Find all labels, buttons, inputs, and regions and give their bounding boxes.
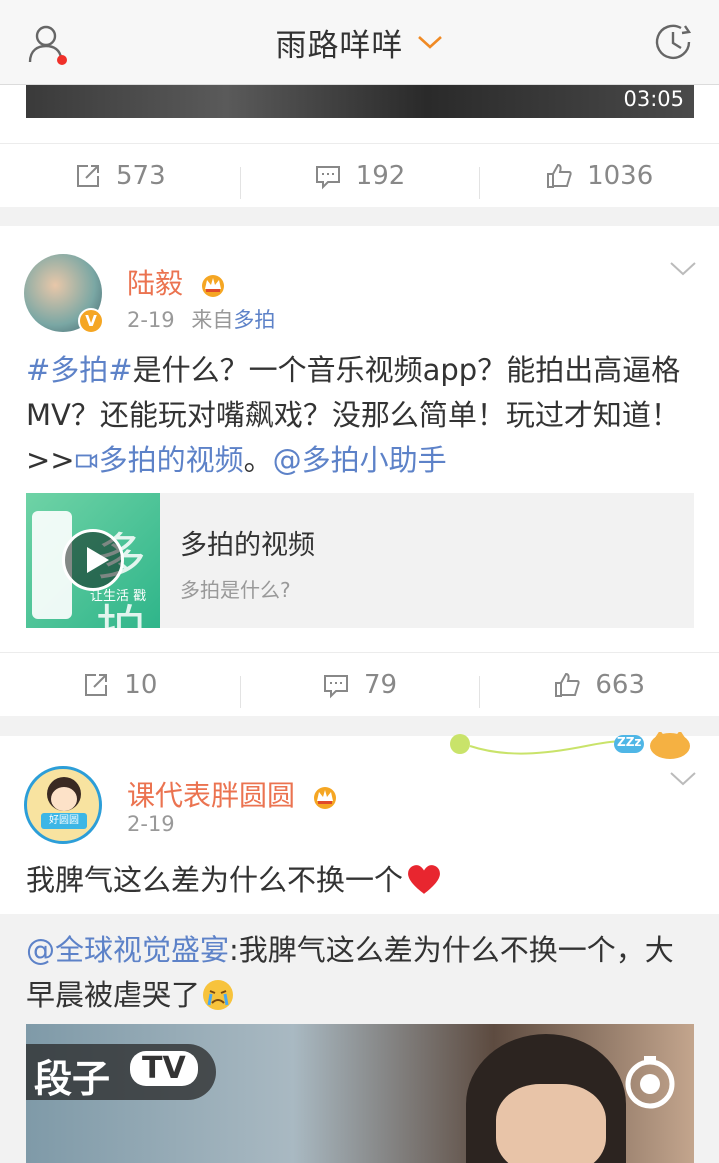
like-button[interactable]: 1036 [479,160,719,199]
group-title[interactable]: 雨路咩咩 [276,20,444,65]
post-body: 我脾气这么差为什么不换一个 [26,863,404,897]
video-logo-tv: TV [130,1051,198,1086]
repost-text: @全球视觉盛宴:我脾气这么差为什么不换一个，大早晨被虐哭了 [26,928,686,1018]
avatar-label: 好圆圆 [41,813,87,829]
post-date: 2-19 [127,812,175,836]
author-name: 陆毅 [127,267,184,300]
source-prefix: 来自 [191,308,234,332]
video-logo: 段子 [34,1057,111,1101]
video-card-subtitle: 多拍是什么? [180,578,291,602]
sleeping-cat-decoration [450,732,690,759]
vip-crown-icon [313,787,336,809]
play-icon [62,529,124,591]
feed-card-1: 03:05 573 192 1036 [0,85,719,207]
thumbs-up-icon [555,672,581,697]
post-text: 我脾气这么差为什么不换一个 [26,858,696,903]
post-period: 。 [243,443,273,477]
like-count: 663 [595,669,645,700]
comment-button[interactable]: 79 [239,669,480,708]
like-count: 1036 [587,160,654,191]
repost-count: 573 [116,160,166,191]
comment-count: 79 [363,669,398,700]
top-nav-bar: 雨路咩咩 [0,0,719,85]
post-date: 2-19 [127,308,175,332]
heart-icon [408,865,440,894]
comment-icon [323,674,348,698]
profile-icon[interactable] [26,22,70,66]
chevron-down-icon[interactable] [669,770,697,788]
comment-button[interactable]: 192 [239,160,480,199]
repost-button[interactable]: 573 [0,161,240,191]
verified-badge-icon: V [78,308,104,334]
video-camera-icon [75,453,97,469]
action-bar: 10 79 663 [0,652,719,716]
repost-count: 10 [124,669,158,700]
video-card-thumbnail: 多拍 让生活 戳 [26,493,160,628]
video-thumbnail[interactable]: 03:05 [26,85,694,118]
comment-icon [315,165,340,189]
video-link[interactable]: 多拍的视频 [75,443,244,477]
author-name: 课代表胖圆圆 [127,779,296,812]
like-button[interactable]: 663 [479,669,719,708]
video-thumbnail[interactable]: 段子 TV [26,1024,694,1163]
post-meta: 2-19 [127,812,175,836]
source-link[interactable]: 多拍 [233,308,275,332]
repost-icon [77,164,100,187]
post-text: #多拍#是什么？一个音乐视频app？能拍出高逼格MV？还能玩对嘴飙戏？没那么简单… [26,348,696,483]
group-title-label: 雨路咩咩 [275,27,404,64]
author-name-row[interactable]: 课代表胖圆圆 [127,774,340,814]
mention-link[interactable]: @全球视觉盛宴 [26,933,229,967]
history-clock-icon[interactable] [651,20,695,64]
chevron-down-icon [417,36,442,49]
vip-crown-icon [201,275,224,297]
action-bar: 573 192 1036 [0,143,719,207]
zzz-label: ZZz [617,735,642,749]
author-name-row[interactable]: 陆毅 [127,262,228,302]
crying-face-icon [203,980,234,1010]
video-link-card[interactable]: 多拍 让生活 戳 多拍的视频 多拍是什么? [26,493,694,628]
video-card-title: 多拍的视频 [180,530,315,561]
thumbs-up-icon [547,163,572,188]
camera-watermark-icon [625,1056,675,1109]
avatar[interactable]: 好圆圆 [24,766,102,844]
feed-card-2: V 陆毅 2-19 来自多拍 #多拍#是什么？一个音乐视频app？能拍出高逼格M… [0,226,719,716]
post-meta: 2-19 来自多拍 [127,304,275,334]
hashtag-link[interactable]: #多拍# [26,353,133,387]
repost-button[interactable]: 10 [0,670,240,700]
video-duration: 03:05 [623,87,684,111]
mention-link[interactable]: @多拍小助手 [273,443,447,477]
chevron-down-icon[interactable] [669,260,697,278]
comment-count: 192 [355,160,406,191]
feed-card-3: ZZz 好圆圆 课代表胖圆圆 2-19 我脾气这么差为什么不换一个 @全球视觉盛… [0,732,719,1163]
repost-icon [85,673,108,696]
repost-block[interactable]: @全球视觉盛宴:我脾气这么差为什么不换一个，大早晨被虐哭了 段子 TV [0,914,719,1163]
